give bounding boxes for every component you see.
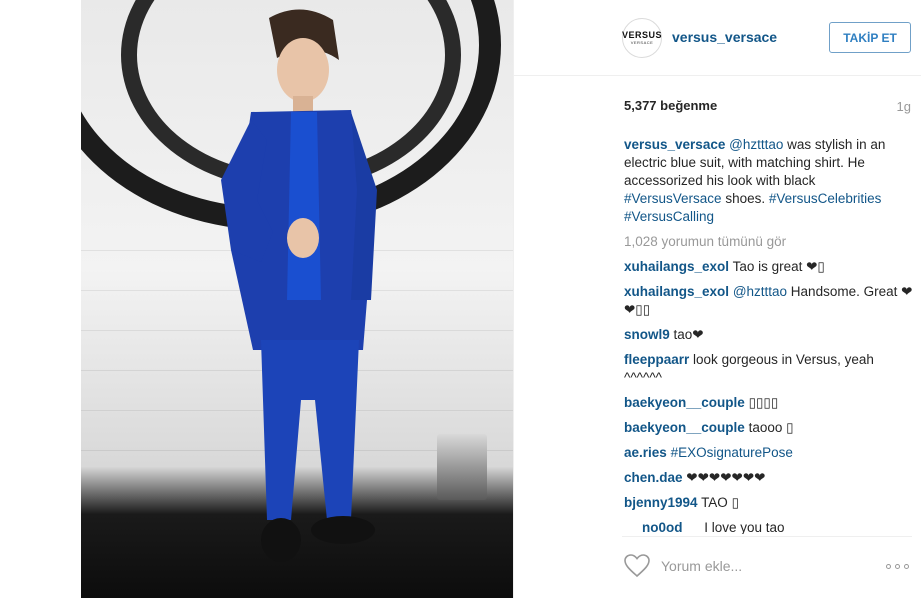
- comment-item: xuhailangs_exol Tao is great ❤▯: [624, 258, 914, 276]
- post-caption: versus_versace @hztttao was stylish in a…: [624, 136, 914, 226]
- avatar-logo-text: VERSUS: [622, 29, 663, 40]
- dot-icon: [886, 563, 891, 569]
- follow-button[interactable]: TAKİP ET: [829, 22, 911, 53]
- dot-icon: [904, 563, 909, 569]
- comment-item: ae.ries #EXOsignaturePose: [624, 444, 914, 462]
- post-photo[interactable]: [81, 0, 513, 598]
- comment-username-link[interactable]: xuhailangs_exol: [624, 259, 729, 274]
- more-options-icon[interactable]: [886, 562, 912, 570]
- comment-item: chen.dae ❤❤❤❤❤❤❤: [624, 469, 914, 487]
- post-details-panel: VERSUS VERSACE versus_versace TAKİP ET 5…: [513, 0, 921, 598]
- comment-text: TAO ▯: [701, 495, 739, 510]
- post-time[interactable]: 1g: [897, 99, 911, 114]
- post-header: VERSUS VERSACE versus_versace TAKİP ET: [514, 0, 921, 76]
- comment-username-link[interactable]: chen.dae: [624, 470, 683, 485]
- caption-hashtag-link[interactable]: #VersusCalling: [624, 209, 714, 224]
- comment-username-link[interactable]: fleeppaarr: [624, 352, 689, 367]
- person-in-blue-suit: [221, 9, 377, 562]
- comment-text: I love you tao: [704, 520, 785, 534]
- caption-mention-link[interactable]: @hztttao: [729, 137, 783, 152]
- caption-hashtag-link[interactable]: #VersusCelebrities: [769, 191, 882, 206]
- comment-item: bjenny1994 TAO ▯: [624, 494, 914, 512]
- comment-item: snowl9 tao❤: [624, 326, 914, 344]
- comment-username-link[interactable]: xuhailangs_exol: [624, 284, 729, 299]
- caption-hashtag-link[interactable]: #VersusVersace: [624, 191, 722, 206]
- comment-username-link[interactable]: no0od: [642, 520, 683, 534]
- comment-mention-link[interactable]: @hztttao: [733, 284, 787, 299]
- add-comment-input[interactable]: [661, 556, 861, 576]
- comment-item: xuhailangs_exol @hztttao Handsome. Great…: [624, 283, 914, 319]
- comment-text: taooo ▯: [748, 420, 794, 435]
- comment-username-link[interactable]: snowl9: [624, 327, 670, 342]
- likes-count[interactable]: 5,377 beğenme: [624, 98, 717, 113]
- comment-username-link[interactable]: baekyeon__couple: [624, 395, 745, 410]
- comment-item: no0od I love you tao: [624, 519, 914, 534]
- comment-text: tao❤: [673, 327, 704, 342]
- comment-username-link[interactable]: bjenny1994: [624, 495, 698, 510]
- account-username-link[interactable]: versus_versace: [672, 29, 777, 45]
- caption-username-link[interactable]: versus_versace: [624, 137, 725, 152]
- floor-lamp: [437, 434, 487, 500]
- view-all-comments-link[interactable]: 1,028 yorumun tümünü gör: [624, 233, 914, 251]
- comment-text: Tao is great ❤▯: [732, 259, 825, 274]
- comment-username-link[interactable]: ae.ries: [624, 445, 667, 460]
- avatar-logo-subtext: VERSACE: [630, 39, 654, 45]
- comment-item: baekyeon__couple ▯▯▯▯: [624, 394, 914, 412]
- heart-outline-icon[interactable]: [624, 554, 650, 578]
- caption-text: shoes.: [721, 191, 769, 206]
- comment-item: baekyeon__couple taooo ▯: [624, 419, 914, 437]
- comment-hashtag-link[interactable]: #EXOsignaturePose: [671, 445, 793, 460]
- comment-username-link[interactable]: baekyeon__couple: [624, 420, 745, 435]
- dot-icon: [895, 563, 900, 569]
- comment-item: fleeppaarr look gorgeous in Versus, yeah…: [624, 351, 914, 387]
- comments-list[interactable]: versus_versace @hztttao was stylish in a…: [624, 136, 914, 534]
- comment-text: ❤❤❤❤❤❤❤: [686, 470, 766, 485]
- footer-divider: [622, 536, 912, 537]
- comment-text: ▯▯▯▯: [748, 395, 779, 410]
- avatar[interactable]: VERSUS VERSACE: [622, 18, 662, 58]
